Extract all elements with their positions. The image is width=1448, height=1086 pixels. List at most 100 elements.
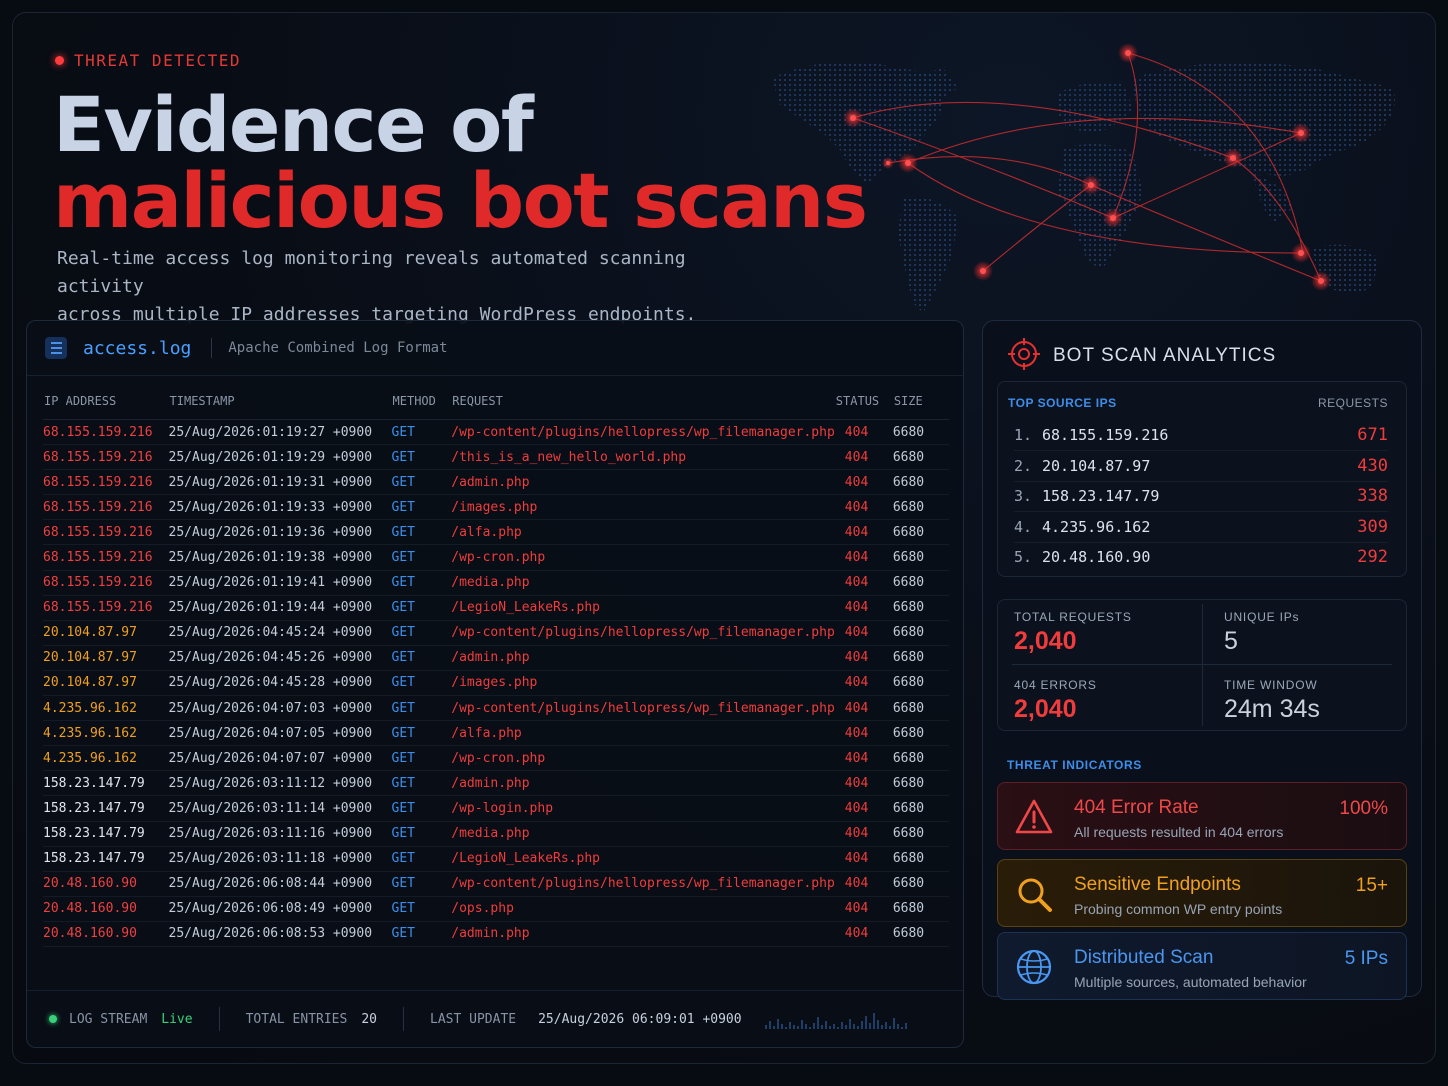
row-status: 404 [834,821,893,847]
log-table-row[interactable]: 20.104.87.97 25/Aug/2026:04:45:26 +0900 GE… [43,645,949,671]
page-title-line1: Evidence of [53,80,534,169]
log-table-row[interactable]: 68.155.159.216 25/Aug/2026:01:19:31 +0900… [43,469,949,496]
row-timestamp: 25/Aug/2026:01:19:27 +0900 [168,419,392,446]
row-status: 404 [834,670,893,697]
stat-404-errors: 404 ERRORS 2,040 [1014,678,1097,724]
log-table-row[interactable]: 4.235.96.162 25/Aug/2026:04:07:05 +0900 GE… [43,720,949,747]
log-table-row[interactable]: 68.155.159.216 25/Aug/2026:01:19:41 +0900… [43,570,949,596]
row-method: GET [391,896,452,922]
log-table-row[interactable]: 68.155.159.216 25/Aug/2026:01:19:36 +0900… [43,519,949,546]
top-ip-row[interactable]: 2. 20.104.87.97 430 [1014,451,1388,482]
row-method: GET [391,595,452,621]
row-size: 6680 [892,670,949,697]
indicator-distributed-scan[interactable]: Distributed Scan Multiple sources, autom… [997,932,1407,1000]
row-status: 404 [834,444,893,471]
log-table-row[interactable]: 158.23.147.79 25/Aug/2026:03:11:18 +0900 G… [43,846,949,872]
log-table-row[interactable]: 20.48.160.90 25/Aug/2026:06:08:53 +0900 GE… [43,921,949,947]
live-status-icon [49,1015,57,1023]
row-method: GET [391,570,452,596]
row-size: 6680 [892,896,949,922]
row-size: 6680 [892,519,949,546]
log-table-row[interactable]: 158.23.147.79 25/Aug/2026:03:11:12 +0900 G… [43,770,949,797]
row-size: 6680 [892,570,949,596]
log-table-row[interactable]: 68.155.159.216 25/Aug/2026:01:19:38 +0900… [43,544,949,571]
log-table-row[interactable]: 20.104.87.97 25/Aug/2026:04:45:24 +0900 GE… [43,620,949,646]
stat-time-window: TIME WINDOW 24m 34s [1224,678,1320,724]
indicator-desc: All requests resulted in 404 errors [1074,824,1284,840]
row-timestamp: 25/Aug/2026:01:19:29 +0900 [168,444,392,471]
indicator-metric: 100% [1339,798,1388,819]
row-size: 6680 [892,469,949,496]
log-table-row[interactable]: 68.155.159.216 25/Aug/2026:01:19:44 +0900… [43,595,949,621]
log-table-row[interactable]: 4.235.96.162 25/Aug/2026:04:07:03 +0900 GE… [43,695,949,722]
ip-rank: 4. [1014,517,1033,536]
col-timestamp: TIMESTAMP [168,383,392,420]
row-timestamp: 25/Aug/2026:04:45:28 +0900 [168,670,392,697]
log-table-row[interactable]: 20.48.160.90 25/Aug/2026:06:08:49 +0900 GE… [43,896,949,922]
top-ip-row[interactable]: 5. 20.48.160.90 292 [1014,542,1388,572]
row-timestamp: 25/Aug/2026:01:19:38 +0900 [168,544,392,571]
row-timestamp: 25/Aug/2026:03:11:16 +0900 [168,821,392,847]
ip-rank: 2. [1014,456,1033,475]
row-size: 6680 [892,846,949,872]
log-table-row[interactable]: 158.23.147.79 25/Aug/2026:03:11:14 +0900 G… [43,795,949,822]
row-size: 6680 [892,921,949,947]
row-size: 6680 [892,595,949,621]
row-timestamp: 25/Aug/2026:03:11:14 +0900 [168,795,392,822]
row-size: 6680 [892,770,949,797]
last-update-label: LAST UPDATE [430,1011,517,1027]
globe-icon [1016,949,1052,985]
log-stream-label: LOG STREAM [69,1011,148,1027]
indicator-sensitive-endpoints[interactable]: Sensitive Endpoints Probing common WP en… [997,859,1407,927]
row-ip: 158.23.147.79 [43,846,169,872]
row-status: 404 [834,570,893,596]
time-window-label: TIME WINDOW [1224,678,1318,692]
row-size: 6680 [892,419,949,446]
warning-icon [1015,799,1053,834]
row-size: 6680 [892,745,949,772]
row-ip: 158.23.147.79 [43,770,169,797]
threat-badge-label: THREAT DETECTED [74,51,241,70]
top-ip-row[interactable]: 4. 4.235.96.162 309 [1014,512,1388,543]
indicator-name: Sensitive Endpoints [1074,874,1241,895]
row-status: 404 [834,921,893,947]
indicator-404-rate[interactable]: 404 Error Rate All requests resulted in … [997,782,1407,850]
row-timestamp: 25/Aug/2026:04:07:07 +0900 [168,745,392,772]
log-table-row[interactable]: 68.155.159.216 25/Aug/2026:01:19:33 +0900… [43,494,949,521]
ip-rank: 3. [1014,487,1033,505]
top-ip-row[interactable]: 3. 158.23.147.79 338 [1014,481,1388,512]
row-status: 404 [834,494,893,521]
col-ip-address: IP ADDRESS [43,383,169,420]
log-table-row[interactable]: 158.23.147.79 25/Aug/2026:03:11:16 +0900 G… [43,821,949,847]
row-ip: 158.23.147.79 [43,821,169,847]
row-request: /admin.php [451,921,835,947]
log-table-row[interactable]: 20.104.87.97 25/Aug/2026:04:45:28 +0900 GE… [43,670,949,697]
log-table-row[interactable]: 68.155.159.216 25/Aug/2026:01:19:27 +0900… [43,419,949,446]
page-subtitle: Real-time access log monitoring reveals … [57,245,777,329]
log-file-name[interactable]: access.log [83,338,191,359]
row-request: /LegioN_LeakeRs.php [451,595,835,621]
row-request: /wp-login.php [451,795,835,822]
log-table-row[interactable]: 20.48.160.90 25/Aug/2026:06:08:44 +0900 GE… [43,871,949,897]
target-icon [1008,338,1040,370]
header-divider [211,338,213,358]
log-table-row[interactable]: 68.155.159.216 25/Aug/2026:01:19:29 +0900… [43,444,949,471]
stats-box: TOTAL REQUESTS 2,040 UNIQUE IPs 5 404 ER… [997,599,1407,731]
indicator-name: Distributed Scan [1074,947,1214,968]
log-stream-value: Live [161,1011,193,1027]
row-request: /wp-content/plugins/hellopress/wp_filema… [451,871,835,897]
row-request: /this_is_a_new_hello_world.php [451,444,835,471]
row-ip: 4.235.96.162 [43,745,169,772]
row-status: 404 [834,846,893,872]
total-entries-value: 20 [361,1011,377,1027]
log-format-label: Apache Combined Log Format [228,340,448,356]
row-status: 404 [834,595,893,621]
row-size: 6680 [892,544,949,571]
row-ip: 20.104.87.97 [43,670,169,697]
last-update-value: 25/Aug/2026 06:09:01 +0900 [538,1011,742,1027]
row-status: 404 [834,770,893,797]
log-table-row[interactable]: 4.235.96.162 25/Aug/2026:04:07:07 +0900 GE… [43,745,949,772]
top-ip-row[interactable]: 1. 68.155.159.216 671 [1014,420,1388,451]
row-method: GET [391,795,452,822]
col-method: METHOD [391,383,452,420]
